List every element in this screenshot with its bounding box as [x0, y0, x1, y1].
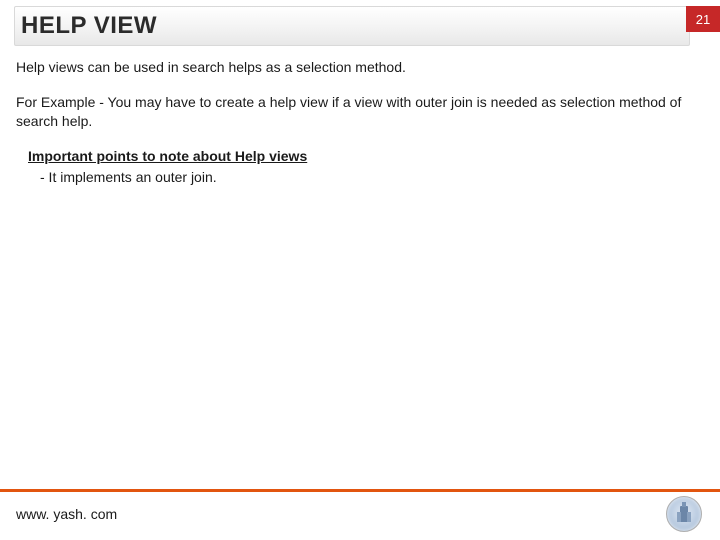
- slide: HELP VIEW 21 Help views can be used in s…: [0, 0, 720, 540]
- footer-url: www. yash. com: [16, 506, 117, 522]
- page-number: 21: [696, 12, 710, 27]
- body-content: Help views can be used in search helps a…: [16, 58, 696, 186]
- bullet-outer-join: - It implements an outer join.: [40, 168, 696, 187]
- page-title: HELP VIEW: [21, 12, 157, 40]
- paragraph-intro: Help views can be used in search helps a…: [16, 58, 696, 77]
- subheading-important: Important points to note about Help view…: [28, 147, 696, 166]
- company-logo-icon: [666, 496, 702, 532]
- paragraph-example: For Example - You may have to create a h…: [16, 93, 696, 131]
- page-number-badge: 21: [686, 6, 720, 32]
- footer-divider: [0, 489, 720, 492]
- title-bar: HELP VIEW: [14, 6, 690, 46]
